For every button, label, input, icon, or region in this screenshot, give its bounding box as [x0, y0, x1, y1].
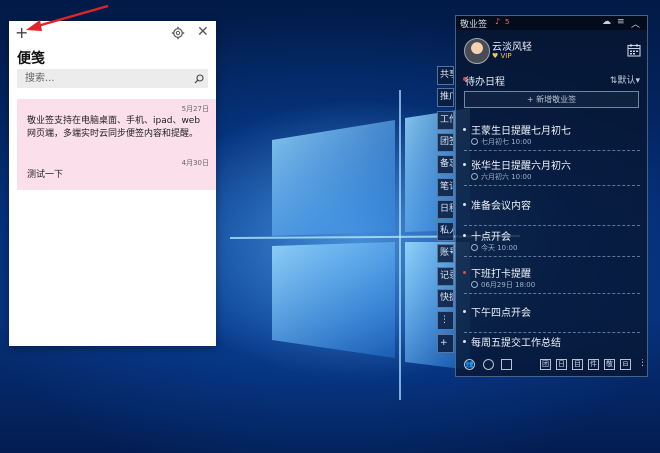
- app-name: 敬业签: [460, 20, 488, 30]
- calendar-icon[interactable]: [501, 359, 512, 370]
- more-icon[interactable]: ⋮: [637, 359, 648, 370]
- user-name: 云淡风轻: [492, 42, 532, 53]
- item-title: 王蒙生日提醒七月初七: [471, 126, 571, 137]
- side-tab[interactable]: +: [437, 333, 454, 353]
- page-title: 便笺: [17, 51, 45, 67]
- side-tab[interactable]: 共享: [437, 66, 454, 85]
- side-tab[interactable]: 备忘: [437, 155, 454, 175]
- side-tab[interactable]: 工作: [437, 110, 454, 130]
- section-title: 待办日程: [465, 77, 505, 88]
- side-tab[interactable]: 推广: [437, 88, 454, 108]
- search-icon[interactable]: [483, 359, 494, 370]
- item-title: 准备会议内容: [471, 201, 531, 212]
- notify-count: 5: [505, 18, 510, 26]
- item-title: 张华生日提醒六月初六: [471, 161, 571, 172]
- side-tab[interactable]: 笔记: [437, 177, 454, 197]
- add-reminder-button[interactable]: + 新增敬业签: [464, 91, 639, 108]
- side-tab[interactable]: 团签: [437, 132, 454, 152]
- item-reminder-time: 今天 10:00: [481, 244, 518, 252]
- item-reminder: 今天 10:00: [471, 243, 517, 253]
- item-dot: [463, 271, 466, 274]
- item-dot: [463, 203, 466, 206]
- item-reminder: 七月初七 10:00: [471, 137, 531, 147]
- item-title: 下班打卡提醒: [471, 269, 531, 280]
- divider: [464, 150, 640, 151]
- sticky-notes-window: + ✕ 便笺 5月27日 敬业签支持在电脑桌面、手机、ipad、web网页端，多…: [9, 21, 216, 346]
- side-tab[interactable]: 快捷: [437, 289, 454, 308]
- footer-tab[interactable]: 日: [556, 359, 567, 370]
- clock-icon: [471, 244, 478, 251]
- search-input[interactable]: [17, 69, 208, 88]
- item-dot: [463, 163, 466, 166]
- widget-titlebar: 敬业签 ♪ 5 ☁ ≡ ︿: [456, 16, 647, 30]
- notes-titlebar: + ✕: [9, 21, 216, 45]
- side-tab[interactable]: 私人: [437, 222, 454, 242]
- footer-tab[interactable]: 件: [588, 359, 599, 370]
- divider: [464, 185, 640, 186]
- item-reminder-time: 六月初六 10:00: [481, 173, 532, 181]
- add-note-button[interactable]: +: [15, 24, 28, 42]
- menu-icon[interactable]: ≡: [617, 17, 625, 27]
- item-reminder-time: 06月29日 18:00: [481, 281, 536, 289]
- avatar[interactable]: [464, 38, 490, 64]
- team-icon[interactable]: 👥: [464, 359, 475, 370]
- sort-dropdown[interactable]: ⇅默认▾: [610, 73, 640, 86]
- side-tab[interactable]: 日程: [437, 199, 454, 219]
- divider: [464, 332, 640, 333]
- bell-icon[interactable]: ♪: [495, 17, 500, 26]
- footer-tab[interactable]: 敬: [604, 359, 615, 370]
- item-title: 每周五提交工作总结: [471, 338, 561, 349]
- item-dot: [463, 128, 466, 131]
- note-text: 敬业签支持在电脑桌面、手机、ipad、web网页端，多端实时云同步便签内容和提醒…: [27, 116, 201, 139]
- note-card[interactable]: 4月30日 测试一下: [17, 153, 216, 190]
- item-reminder: 06月29日 18:00: [471, 280, 535, 290]
- footer-tab[interactable]: 团: [540, 359, 551, 370]
- clock-icon: [471, 138, 478, 145]
- side-tab[interactable]: 账号: [437, 244, 454, 264]
- close-button[interactable]: ✕: [197, 24, 209, 40]
- divider: [464, 293, 640, 294]
- sort-label: 默认: [617, 76, 636, 86]
- calendar-icon[interactable]: [627, 43, 641, 57]
- vip-badge: ♥ VIP: [492, 52, 512, 60]
- item-title: 下午四点开会: [471, 308, 531, 319]
- item-title: 十点开会: [471, 232, 511, 243]
- clock-icon: [471, 173, 478, 180]
- todo-widget: 敬业签 ♪ 5 ☁ ≡ ︿ 云淡风轻 ♥ VIP 待办日程 ⇅默认▾ + 新增敬…: [455, 15, 648, 377]
- gear-icon[interactable]: [171, 26, 185, 40]
- vip-label: VIP: [500, 52, 512, 60]
- divider: [464, 256, 640, 257]
- cloud-icon[interactable]: ☁: [602, 17, 611, 27]
- footer-tab[interactable]: 目: [572, 359, 583, 370]
- item-dot: [463, 310, 466, 313]
- search-icon[interactable]: [194, 74, 204, 84]
- note-text: 测试一下: [27, 170, 64, 180]
- side-tab[interactable]: ⋮: [437, 311, 454, 331]
- divider: [464, 225, 640, 226]
- item-dot: [463, 234, 466, 237]
- widget-footer: 👥 团日目件敬 ⊟ ⋮: [456, 356, 647, 376]
- item-reminder-time: 七月初七 10:00: [481, 138, 532, 146]
- note-date: 4月30日: [181, 159, 209, 167]
- clock-icon: [471, 281, 478, 288]
- footer-tab[interactable]: ⊟: [620, 359, 631, 370]
- chevron-up-icon[interactable]: ︿: [631, 17, 640, 30]
- note-date: 5月27日: [181, 105, 209, 113]
- item-reminder: 六月初六 10:00: [471, 172, 531, 182]
- side-tab[interactable]: 记录: [437, 266, 454, 286]
- item-dot: [463, 340, 466, 343]
